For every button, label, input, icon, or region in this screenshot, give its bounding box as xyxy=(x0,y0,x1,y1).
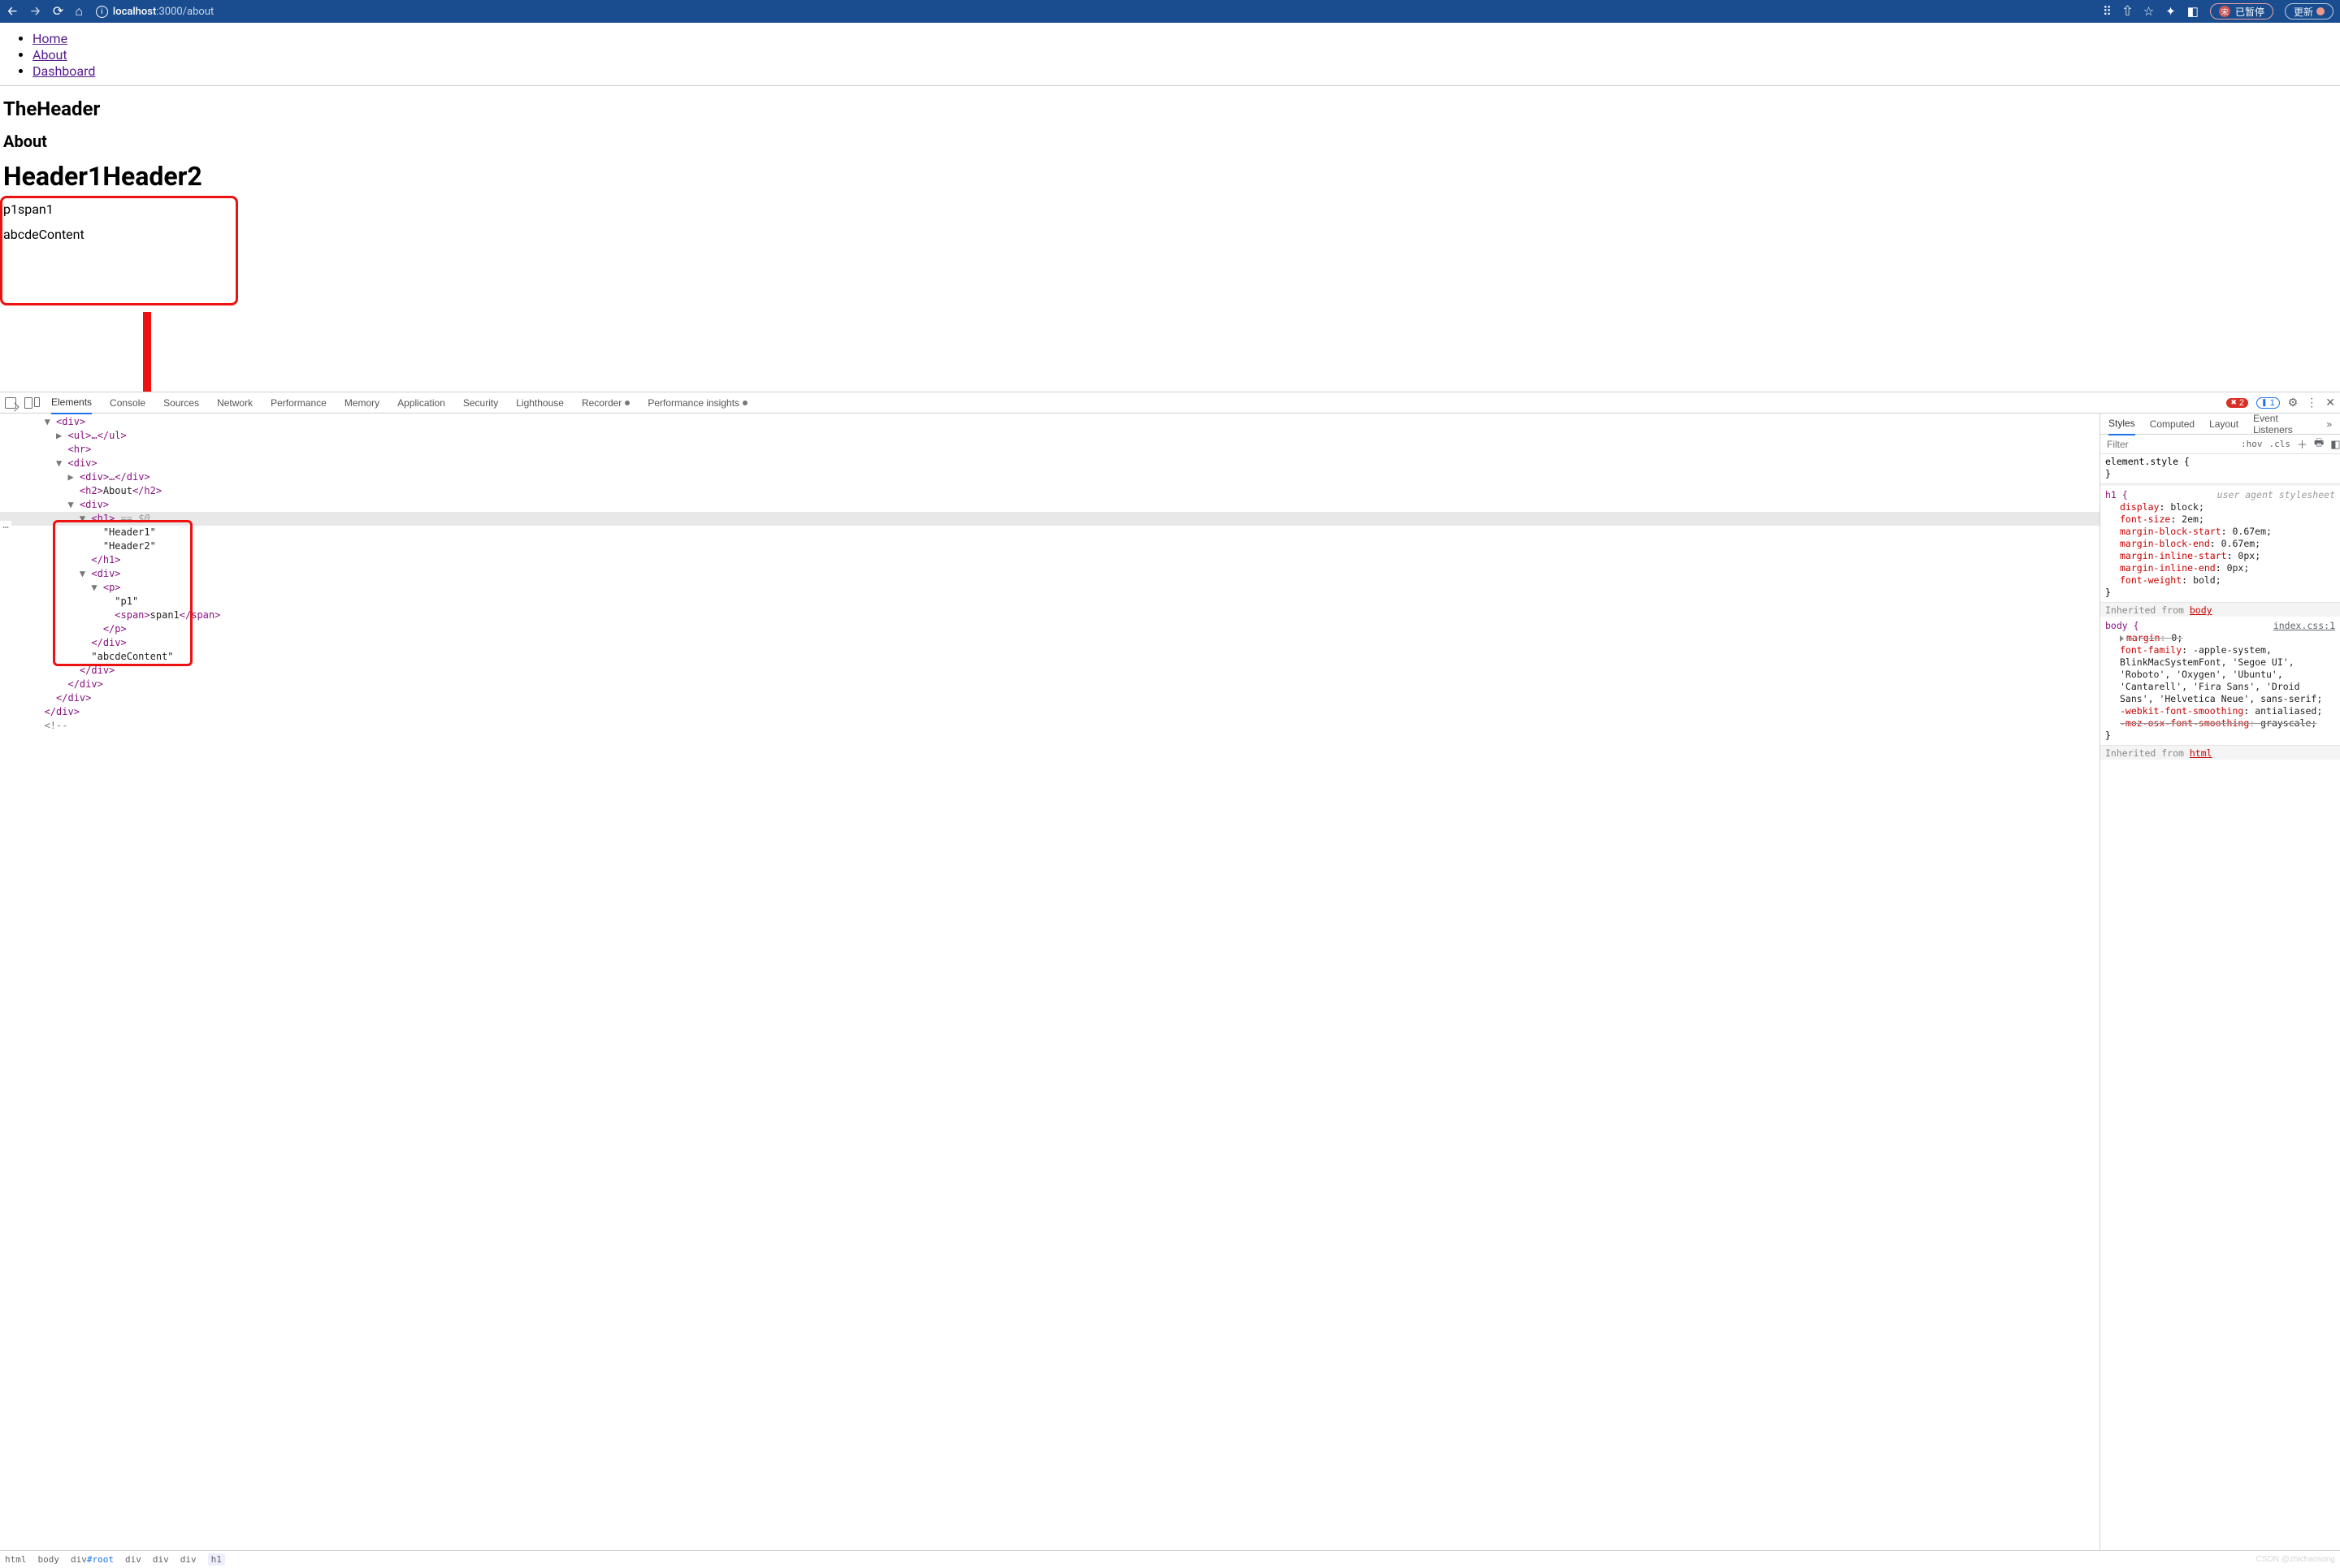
tab-network[interactable]: Network xyxy=(217,392,253,414)
paragraph: p1span1 xyxy=(3,201,2340,217)
tree-gutter-ellipsis: ⋯ xyxy=(0,521,11,535)
tab-perf-insights[interactable]: Performance insights xyxy=(648,392,748,414)
tab-application[interactable]: Application xyxy=(397,392,445,414)
site-info-icon[interactable]: i xyxy=(96,6,108,18)
source-link[interactable]: index.css:1 xyxy=(2273,620,2335,632)
styles-more-icon[interactable]: » xyxy=(2326,418,2332,430)
styles-pane: Styles Computed Layout Event Listeners »… xyxy=(2100,414,2340,1550)
elements-breadcrumb: html body div#root div div div h1 CSDN @… xyxy=(0,1550,2340,1568)
hov-toggle[interactable]: :hov xyxy=(2241,439,2263,449)
info-count-badge[interactable]: 1 xyxy=(2256,397,2280,409)
profile-status: 已暂停 xyxy=(2235,5,2264,19)
tab-layout[interactable]: Layout xyxy=(2209,414,2238,435)
bookmark-star-icon[interactable]: ☆ xyxy=(2143,4,2154,19)
page-content: Home About Dashboard TheHeader About Hea… xyxy=(0,23,2340,392)
about-heading: About xyxy=(3,132,2340,151)
crumb[interactable]: div xyxy=(180,1554,197,1565)
tab-performance[interactable]: Performance xyxy=(271,392,327,414)
devtools-panel: Elements Console Sources Network Perform… xyxy=(0,392,2340,1568)
side-panel-icon[interactable]: ◧ xyxy=(2187,4,2199,19)
crumb-selected[interactable]: h1 xyxy=(208,1553,225,1566)
url-text: localhost:3000/about xyxy=(113,6,214,18)
cls-toggle[interactable]: .cls xyxy=(2269,439,2291,449)
avatar-icon: 宋 xyxy=(2219,6,2230,17)
elements-tree[interactable]: ▼ <div> ▶ <ul>…</ul> <hr> ▼ <div> ▶ <div… xyxy=(0,414,2100,1550)
nav-link-about[interactable]: About xyxy=(32,47,67,63)
annotation-arrow xyxy=(135,312,159,392)
nav-list: Home About Dashboard xyxy=(0,31,2340,79)
close-icon[interactable]: ✕ xyxy=(2325,396,2335,409)
update-label: 更新 xyxy=(2294,5,2313,19)
list-item: Dashboard xyxy=(32,63,2340,79)
error-count-badge[interactable]: 2 xyxy=(2226,398,2248,408)
print-media-icon[interactable]: 🖶 xyxy=(2314,435,2324,453)
tab-computed[interactable]: Computed xyxy=(2150,414,2195,435)
crumb[interactable]: div#root xyxy=(71,1554,114,1565)
home-icon[interactable]: ⌂ xyxy=(75,5,83,18)
update-dot-icon xyxy=(2316,7,2325,15)
tab-elements[interactable]: Elements xyxy=(51,392,92,414)
list-item: Home xyxy=(32,31,2340,46)
divider xyxy=(0,85,2340,86)
reload-icon[interactable]: ⟳ xyxy=(53,5,63,18)
new-style-rule-icon[interactable]: ＋ xyxy=(2297,436,2308,452)
tab-console[interactable]: Console xyxy=(110,392,145,414)
crumb[interactable]: body xyxy=(38,1554,60,1565)
profile-pill[interactable]: 宋 已暂停 xyxy=(2210,3,2273,19)
share-icon[interactable]: ⇧ xyxy=(2123,4,2132,19)
styles-filter-bar: :hov .cls ＋ 🖶 ◧ ⇥ xyxy=(2100,435,2340,454)
nav-link-dashboard[interactable]: Dashboard xyxy=(32,63,95,79)
selected-node[interactable]: ▼ <h1> == $0 xyxy=(0,512,2100,526)
update-pill[interactable]: 更新 xyxy=(2285,3,2334,19)
extensions-icon[interactable]: ✦ xyxy=(2165,4,2176,19)
styles-tabs: Styles Computed Layout Event Listeners » xyxy=(2100,414,2340,435)
computed-toggle-icon[interactable]: ◧ xyxy=(2330,438,2340,451)
styles-rules[interactable]: element.style { } h1 {user agent stylesh… xyxy=(2100,454,2340,1550)
insights-dot-icon xyxy=(743,401,748,405)
crumb[interactable]: div xyxy=(153,1554,169,1565)
list-item: About xyxy=(32,47,2340,63)
device-toggle-icon[interactable] xyxy=(24,397,40,409)
tab-styles[interactable]: Styles xyxy=(2108,413,2135,435)
browser-toolbar: ← → ⟳ ⌂ i localhost:3000/about ⠿ ⇧ ☆ ✦ ◧… xyxy=(0,0,2340,23)
recorder-dot-icon xyxy=(625,401,630,405)
nav-link-home[interactable]: Home xyxy=(32,31,67,46)
tab-security[interactable]: Security xyxy=(463,392,498,414)
inspect-element-icon[interactable] xyxy=(5,397,16,409)
devtools-toolbar: Elements Console Sources Network Perform… xyxy=(0,392,2340,414)
combined-h1: Header1Header2 xyxy=(3,161,2340,192)
devtools-tabs: Elements Console Sources Network Perform… xyxy=(51,392,748,414)
tab-sources[interactable]: Sources xyxy=(163,392,199,414)
watermark: CSDN @zhichaosong xyxy=(2256,1555,2335,1564)
translate-icon[interactable]: ⠿ xyxy=(2103,4,2112,19)
tab-lighthouse[interactable]: Lighthouse xyxy=(516,392,564,414)
crumb[interactable]: div xyxy=(125,1554,141,1565)
crumb[interactable]: html xyxy=(5,1554,27,1565)
address-bar[interactable]: i localhost:3000/about xyxy=(93,0,2095,23)
tab-memory[interactable]: Memory xyxy=(344,392,379,414)
styles-filter-input[interactable] xyxy=(2105,438,2234,451)
tab-recorder[interactable]: Recorder xyxy=(582,392,630,414)
tail-text: abcdeContent xyxy=(3,227,2340,242)
forward-icon: → xyxy=(29,5,41,18)
the-header: TheHeader xyxy=(3,97,2340,120)
back-icon[interactable]: ← xyxy=(6,5,18,18)
